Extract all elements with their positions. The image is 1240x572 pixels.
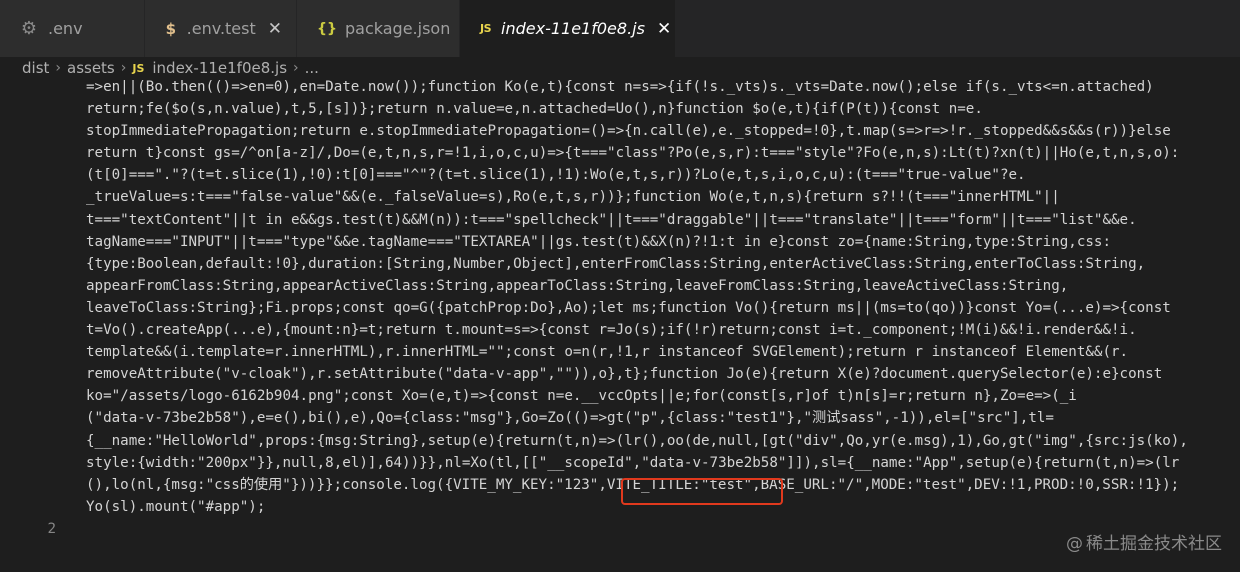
code-line[interactable]: template&&(i.template=r.innerHTML),r.inn… <box>86 341 1240 363</box>
tab-label: package.json <box>345 19 451 38</box>
code-line[interactable]: _trueValue=s:t==="false-value"&&(e._fals… <box>86 186 1240 208</box>
code-line[interactable]: =>en||(Bo.then(()=>en=0),en=Date.now());… <box>86 76 1240 98</box>
breadcrumb-item-assets[interactable]: assets <box>67 59 115 77</box>
highlight-box <box>621 478 783 505</box>
code-line[interactable]: {type:Boolean,default:!0},duration:[Stri… <box>86 253 1240 275</box>
dollar-icon: $ <box>165 19 177 38</box>
tab-label: .env <box>48 19 83 38</box>
code-line[interactable]: {__name:"HelloWorld",props:{msg:String},… <box>86 430 1240 452</box>
code-line[interactable]: t==="textContent"||t in e&&gs.test(t)&&M… <box>86 209 1240 231</box>
watermark: @ 稀土掘金技术社区 <box>1066 529 1222 554</box>
tab-env[interactable]: ⚙ .env <box>0 0 145 57</box>
js-file-icon: JS <box>480 22 492 35</box>
code-line[interactable]: ("data-v-73be2b58"),e=e(),bi(),e),Qo={cl… <box>86 407 1240 429</box>
close-icon[interactable]: ✕ <box>268 19 282 39</box>
code-editor[interactable]: 2 =>en||(Bo.then(()=>en=0),en=Date.now()… <box>0 76 1240 572</box>
code-line[interactable]: tagName==="INPUT"||t==="type"&&e.tagName… <box>86 231 1240 253</box>
code-line[interactable]: leaveToClass:String};Fi.props;const qo=G… <box>86 297 1240 319</box>
tab-label: index-11e1f0e8.js <box>501 19 645 38</box>
editor-tab-bar: ⚙ .env $ .env.test ✕ {} package.json JS … <box>0 0 1240 57</box>
vscode-window: ⚙ .env $ .env.test ✕ {} package.json JS … <box>0 0 1240 572</box>
breadcrumb-item-dist[interactable]: dist <box>22 59 49 77</box>
chevron-right-icon: › <box>120 60 127 76</box>
line-number: 2 <box>47 521 56 537</box>
tab-index-js[interactable]: JS index-11e1f0e8.js ✕ <box>460 0 676 57</box>
code-line[interactable]: (t[0]==="."?(t=t.slice(1),!0):t[0]==="^"… <box>86 164 1240 186</box>
tab-label: .env.test <box>186 19 256 38</box>
tab-env-test[interactable]: $ .env.test ✕ <box>145 0 297 57</box>
code-line[interactable]: return;fe($o(s,n.value),t,5,[s])};return… <box>86 98 1240 120</box>
js-file-icon: JS <box>132 61 145 75</box>
code-content[interactable]: =>en||(Bo.then(()=>en=0),en=Date.now());… <box>86 76 1240 518</box>
code-line[interactable]: stopImmediatePropagation;return e.stopIm… <box>86 120 1240 142</box>
close-icon[interactable]: ✕ <box>657 19 671 39</box>
chevron-right-icon: › <box>293 60 299 76</box>
tab-package-json[interactable]: {} package.json <box>297 0 460 57</box>
code-line[interactable]: t=Vo().createApp(...e),{mount:n}=t;retur… <box>86 319 1240 341</box>
code-line[interactable]: appearFromClass:String,appearActiveClass… <box>86 275 1240 297</box>
chevron-right-icon: › <box>55 60 61 76</box>
gear-icon: ⚙ <box>20 18 38 39</box>
breadcrumb-item-symbols[interactable]: ... <box>305 59 319 77</box>
code-line[interactable]: style:{width:"200px"}},null,8,el)],64))}… <box>86 452 1240 474</box>
breadcrumb-item-file[interactable]: index-11e1f0e8.js <box>152 59 287 77</box>
juejin-logo-icon: @ <box>1066 534 1083 554</box>
code-line[interactable]: ko="/assets/logo-6162b904.png";const Xo=… <box>86 385 1240 407</box>
watermark-text: 稀土掘金技术社区 <box>1086 534 1222 554</box>
code-line[interactable]: removeAttribute("v-cloak"),r.setAttribut… <box>86 363 1240 385</box>
tab-bar-empty-space <box>676 0 1240 57</box>
code-line[interactable]: return t}const gs=/^on[a-z]/,Do=(e,t,n,s… <box>86 142 1240 164</box>
braces-icon: {} <box>317 20 337 37</box>
